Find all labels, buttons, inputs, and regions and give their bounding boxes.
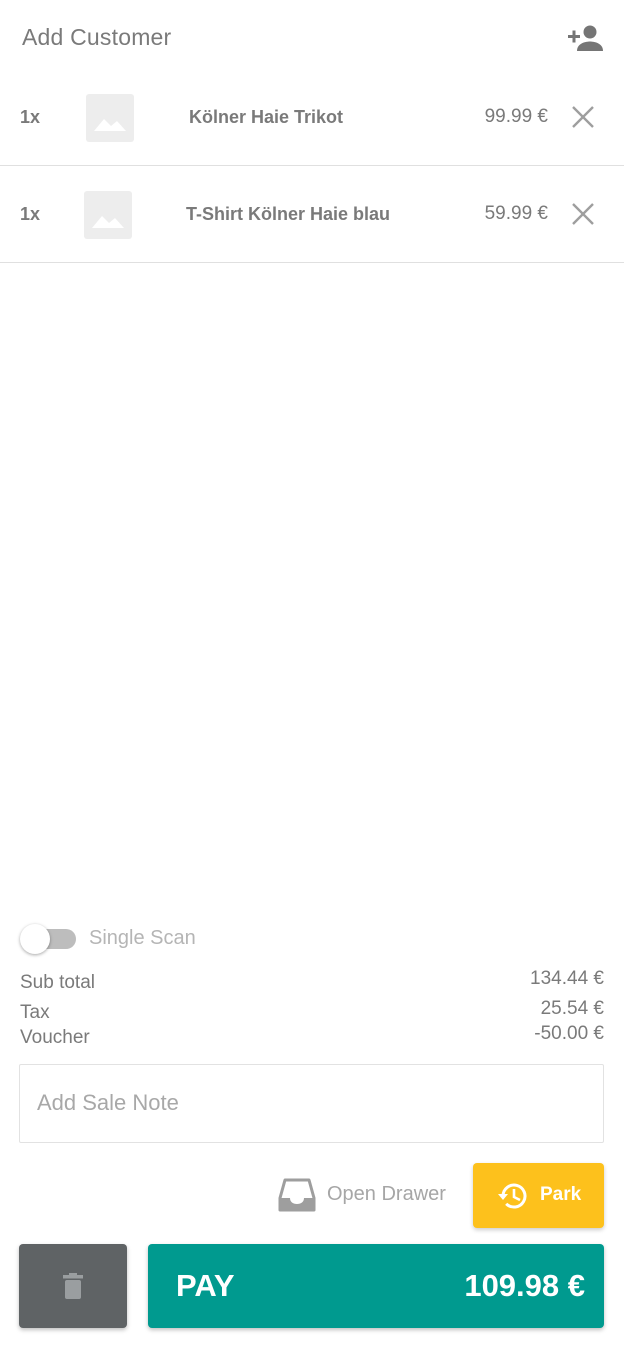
tax-value: 25.54 € <box>540 998 604 1019</box>
subtotal-label: Sub total <box>20 972 95 993</box>
pay-button[interactable]: PAY 109.98 € <box>148 1244 604 1328</box>
sale-note-placeholder: Add Sale Note <box>37 1090 179 1115</box>
subtotal-value: 134.44 € <box>530 968 604 989</box>
single-scan-label: Single Scan <box>89 927 196 949</box>
trash-icon <box>62 1271 84 1301</box>
add-customer-label[interactable]: Add Customer <box>22 24 171 51</box>
cart-header: Add Customer <box>0 0 624 72</box>
tax-label: Tax <box>20 1002 50 1023</box>
clear-cart-button[interactable] <box>19 1244 127 1328</box>
pay-amount: 109.98 € <box>464 1268 585 1303</box>
close-icon[interactable] <box>570 201 596 227</box>
open-drawer-button[interactable]: Open Drawer <box>276 1176 456 1214</box>
park-button[interactable]: Park <box>473 1163 604 1228</box>
item-name: Kölner Haie Trikot <box>189 107 344 127</box>
person-add-icon[interactable] <box>566 24 604 54</box>
voucher-value: -50.00 € <box>534 1023 604 1044</box>
pay-label: PAY <box>176 1268 235 1303</box>
single-scan-toggle[interactable] <box>20 924 78 954</box>
item-price: 99.99 € <box>484 106 548 127</box>
toggle-knob <box>20 924 50 954</box>
history-icon <box>497 1180 529 1212</box>
voucher-label: Voucher <box>20 1027 90 1048</box>
cart-item[interactable]: 1x T-Shirt Kölner Haie blau 59.99 € <box>0 165 624 263</box>
inbox-tray-icon <box>278 1178 316 1212</box>
cart-item[interactable]: 1x Kölner Haie Trikot 99.99 € <box>0 68 624 166</box>
item-quantity: 1x <box>20 107 41 127</box>
park-label: Park <box>540 1184 582 1205</box>
sale-note-input[interactable]: Add Sale Note <box>19 1064 604 1143</box>
close-icon[interactable] <box>570 104 596 130</box>
item-quantity: 1x <box>20 204 41 224</box>
image-placeholder-icon <box>84 191 132 239</box>
item-name: T-Shirt Kölner Haie blau <box>186 204 391 224</box>
image-placeholder-icon <box>86 94 134 142</box>
open-drawer-label: Open Drawer <box>327 1183 446 1205</box>
item-price: 59.99 € <box>484 203 548 224</box>
